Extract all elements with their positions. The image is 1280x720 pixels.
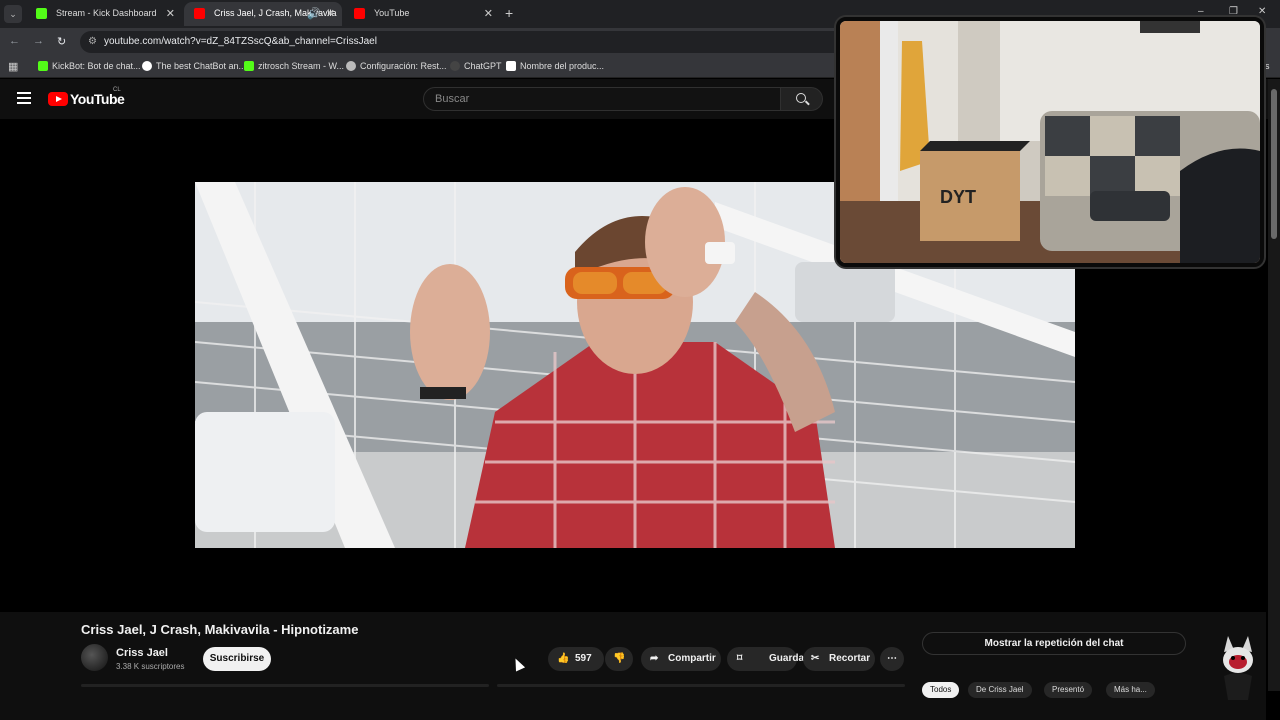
- more-actions-button[interactable]: ⋯: [880, 647, 904, 671]
- like-count: 597: [575, 653, 592, 664]
- youtube-favicon-icon: [354, 8, 365, 19]
- subscriber-count: 3.38 K suscriptores: [116, 662, 185, 671]
- search-button[interactable]: [781, 87, 823, 111]
- share-arrow-icon: ➦: [650, 653, 659, 664]
- tab-youtube[interactable]: YouTube ✕: [344, 2, 500, 26]
- bookmark-label: The best ChatBot an...: [156, 61, 247, 71]
- close-tab-icon[interactable]: ✕: [326, 7, 335, 20]
- channel-name[interactable]: Criss Jael: [116, 647, 168, 659]
- tab-youtube-video[interactable]: Criss Jael, J Crash, Makivavila 🔊 ✕: [184, 2, 342, 26]
- apps-grid-icon[interactable]: ▦: [8, 60, 18, 73]
- chip-todos[interactable]: Todos: [922, 682, 960, 698]
- back-arrow-icon[interactable]: ←: [9, 35, 20, 47]
- chatbot-favicon-icon: [142, 61, 152, 71]
- webcam-overlay: DYT: [836, 17, 1264, 267]
- close-tab-icon[interactable]: ✕: [166, 7, 175, 20]
- youtube-logo-text[interactable]: YouTube: [70, 91, 125, 107]
- bookmark-label: Nombre del produc...: [520, 61, 605, 71]
- bookmark-producto[interactable]: Nombre del produc...: [506, 61, 604, 71]
- subscribe-button[interactable]: Suscribirse: [203, 647, 271, 671]
- region-code: CL: [113, 87, 121, 93]
- save-button[interactable]: ⌑ Guardar: [727, 647, 808, 671]
- tab-search-button[interactable]: ⌄: [4, 5, 22, 23]
- clip-label: Recortar: [829, 653, 871, 664]
- bookmark-label: zitrosch Stream - W...: [258, 61, 345, 71]
- s-favicon-icon: [506, 61, 516, 71]
- kick-favicon-icon: [244, 61, 254, 71]
- address-url[interactable]: youtube.com/watch?v=dZ_84TZSscQ&ab_chann…: [104, 36, 377, 47]
- bookmark-label: KickBot: Bot de chat...: [52, 61, 141, 71]
- forward-arrow-icon[interactable]: →: [33, 35, 44, 47]
- video-title: Criss Jael, J Crash, Makivavila - Hipnot…: [81, 622, 359, 637]
- audio-playing-icon[interactable]: 🔊: [307, 7, 321, 20]
- stream-mascot-image: [1223, 636, 1253, 700]
- chip-de-criss-jael[interactable]: De Criss Jael: [968, 682, 1032, 698]
- bookmark-label: Configuración: Rest...: [360, 61, 447, 71]
- comments-box-edge: [497, 684, 905, 687]
- youtube-favicon-icon: [194, 8, 205, 19]
- close-window-button[interactable]: ✕: [1258, 6, 1266, 17]
- bookmark-chatgpt[interactable]: ChatGPT: [450, 61, 502, 71]
- youtube-logo-icon[interactable]: [48, 92, 68, 106]
- scrollbar-thumb[interactable]: [1271, 89, 1277, 239]
- clip-button[interactable]: ✂ Recortar: [803, 647, 875, 671]
- maximize-button[interactable]: ❐: [1229, 6, 1238, 17]
- chip-presento[interactable]: Presentó: [1044, 682, 1093, 698]
- search-input[interactable]: Buscar: [423, 87, 781, 111]
- thumbs-up-icon: 👍: [557, 653, 570, 664]
- reload-icon[interactable]: ↻: [57, 35, 66, 48]
- chip-mas[interactable]: Más ha...: [1106, 682, 1155, 698]
- channel-avatar[interactable]: [81, 644, 108, 671]
- scissors-icon: ✂: [811, 653, 820, 664]
- gear-icon: [346, 61, 356, 71]
- minimize-button[interactable]: –: [1198, 6, 1204, 17]
- tab-label: YouTube: [374, 8, 410, 18]
- bookmark-kickbot[interactable]: KickBot: Bot de chat...: [38, 61, 141, 71]
- share-button[interactable]: ➦ Compartir: [641, 647, 721, 671]
- bookmark-configuracion[interactable]: Configuración: Rest...: [346, 61, 447, 71]
- new-tab-button[interactable]: +: [505, 5, 513, 21]
- site-info-icon[interactable]: ⚙: [88, 36, 97, 47]
- show-chat-replay-button[interactable]: Mostrar la repetición del chat: [922, 632, 1186, 655]
- bookmark-chatbot[interactable]: The best ChatBot an...: [142, 61, 246, 71]
- webcam-room-image: DYT: [840, 21, 1260, 263]
- kick-favicon-icon: [38, 61, 48, 71]
- svg-text:DYT: DYT: [940, 187, 976, 207]
- like-button[interactable]: 👍 597: [548, 647, 604, 671]
- bookmark-icon: ⌑: [737, 653, 743, 664]
- tab-label: Stream - Kick Dashboard: [56, 8, 157, 18]
- share-label: Compartir: [668, 653, 716, 664]
- search-placeholder: Buscar: [435, 93, 470, 105]
- description-box-edge: [81, 684, 489, 687]
- dislike-button[interactable]: 👎: [605, 647, 633, 671]
- chatgpt-favicon-icon: [450, 61, 460, 71]
- tab-kick-dashboard[interactable]: Stream - Kick Dashboard ✕: [26, 2, 182, 26]
- bookmark-zitrosch[interactable]: zitrosch Stream - W...: [244, 61, 344, 71]
- close-tab-icon[interactable]: ✕: [484, 7, 493, 20]
- search-icon: [796, 93, 806, 103]
- page-scrollbar[interactable]: [1268, 79, 1280, 691]
- menu-icon[interactable]: [17, 92, 31, 104]
- video-info-section: Criss Jael, J Crash, Makivavila - Hipnot…: [0, 612, 1266, 720]
- thumbs-down-icon: 👎: [613, 653, 626, 664]
- bookmark-label: ChatGPT: [464, 61, 502, 71]
- kick-favicon-icon: [36, 8, 47, 19]
